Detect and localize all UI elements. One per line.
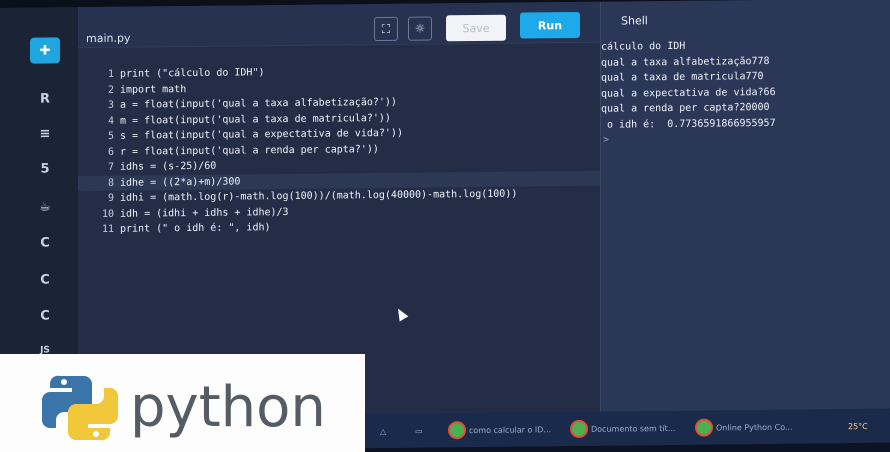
temperature: 25°C (848, 421, 868, 431)
taskbar-tab[interactable]: Online Python Co... (695, 418, 793, 437)
sidebar-item-c[interactable]: C (30, 229, 60, 255)
chrome-icon (448, 421, 466, 440)
java-icon: ☕ (39, 198, 51, 215)
r-icon: R (39, 90, 50, 107)
code-area[interactable]: 1 print ("cálculo do IDH") 2 import math 3… (78, 62, 600, 238)
taskbar-tab[interactable]: como calcular o ID... (448, 420, 551, 440)
editor-toolbar: main.py ⛶ ☼ Save Run (78, 1, 600, 49)
taskbar-tab[interactable]: Documento sem tít... (570, 419, 675, 439)
shell-line: o idh é: 0.7736591866955957 (601, 117, 776, 131)
run-button[interactable]: Run (520, 11, 580, 39)
shell-title: Shell (621, 14, 648, 28)
shell-line: qual a expectativa de vida?66 (601, 86, 776, 100)
shell-line: qual a taxa de matricula770 (601, 71, 764, 84)
cpp-icon: C (40, 271, 50, 288)
shell-line: qual a renda per capta?20000 (601, 101, 770, 115)
fullscreen-button[interactable]: ⛶ (374, 16, 398, 42)
database-icon: ≡ (39, 125, 51, 142)
chrome-icon (570, 419, 588, 439)
shell-panel[interactable]: Shell cálculo do IDH qual a taxa alfabet… (600, 0, 890, 412)
weather-widget[interactable]: 25°C (848, 417, 868, 435)
fullscreen-icon: ⛶ (381, 21, 391, 36)
python-wordmark: python (130, 375, 326, 440)
sidebar-item-java[interactable]: ☕ (30, 193, 60, 219)
sidebar-item-cpp[interactable]: C (30, 266, 60, 292)
file-tab[interactable]: main.py (86, 32, 130, 45)
sidebar-item-python[interactable]: ✚ (30, 37, 60, 64)
sidebar-item-database[interactable]: ≡ (30, 120, 60, 146)
chrome-icon (695, 418, 713, 437)
shell-line: qual a taxa alfabetização778 (601, 55, 770, 69)
taskbar-app[interactable]: △ (380, 422, 386, 440)
sidebar-item-r[interactable]: R (30, 85, 60, 111)
sidebar-item-csharp[interactable]: C (30, 302, 60, 328)
folder-icon: ▭ (415, 426, 423, 436)
html5-icon: 5 (40, 160, 50, 177)
sun-icon: ☼ (414, 21, 426, 36)
shell-output: cálculo do IDH qual a taxa alfabetização… (601, 38, 776, 148)
theme-toggle-button[interactable]: ☼ (408, 16, 432, 41)
shell-prompt[interactable]: > (603, 131, 776, 148)
c-icon: C (40, 234, 50, 251)
python-logo-icon (42, 375, 118, 441)
save-button[interactable]: Save (446, 14, 506, 42)
csharp-icon: C (40, 307, 50, 324)
python-logo-overlay: python (0, 354, 365, 452)
taskbar-app[interactable]: ▭ (415, 422, 423, 440)
sidebar-item-html[interactable]: 5 (30, 155, 60, 181)
shell-line: cálculo do IDH (601, 40, 686, 53)
app-icon: △ (380, 426, 387, 436)
python-icon: ✚ (39, 42, 51, 59)
